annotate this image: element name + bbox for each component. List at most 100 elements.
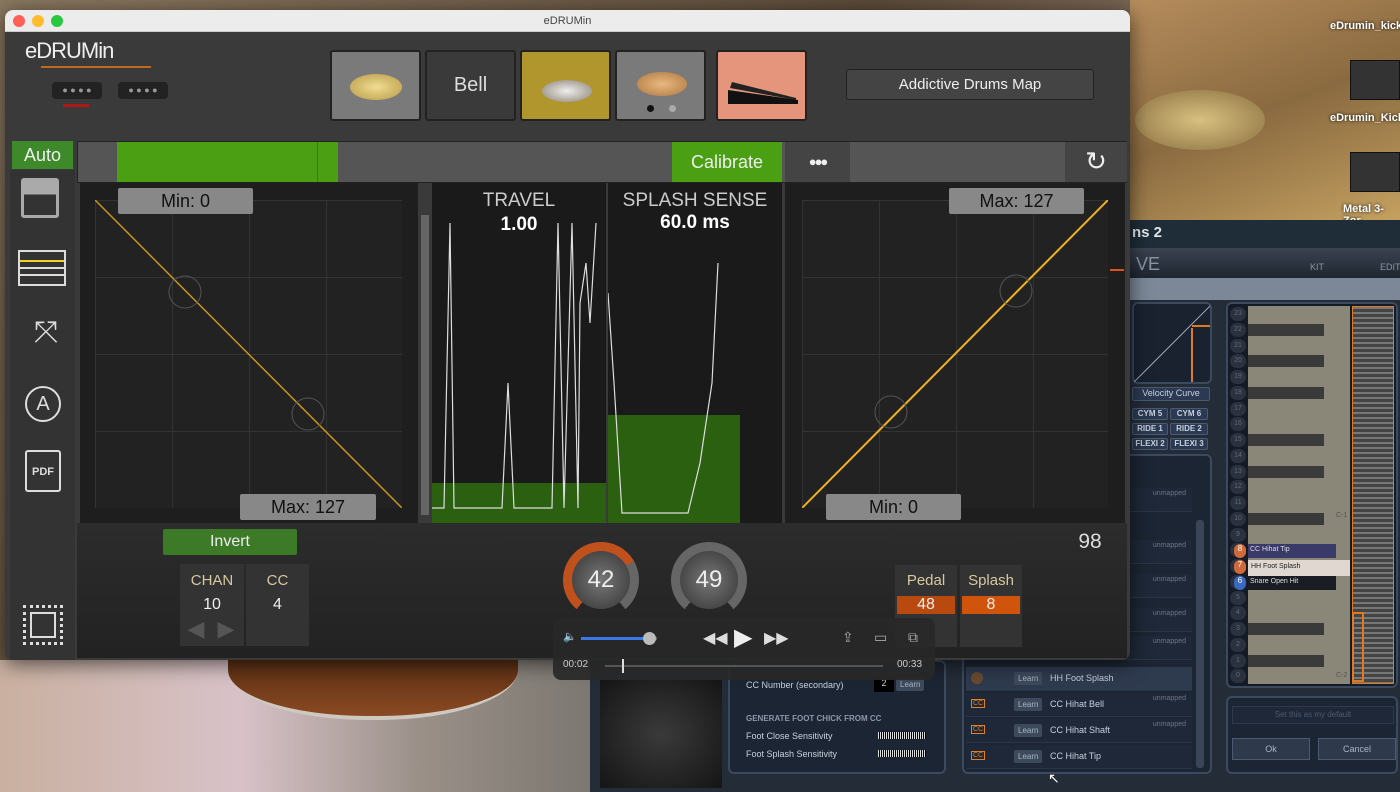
piano-keys[interactable] — [1248, 306, 1350, 684]
pad-hihat-pedal[interactable] — [716, 50, 807, 121]
black-key[interactable] — [1248, 355, 1324, 368]
zones-button[interactable]: ●●● — [785, 142, 850, 182]
knob-2-value: 49 — [680, 551, 738, 609]
tab-edit[interactable]: EDIT — [1380, 262, 1400, 272]
learn-button[interactable]: Learn — [1014, 724, 1043, 737]
input-jack-1-icon[interactable]: ● ● ● ● — [52, 82, 102, 99]
input-min-label[interactable]: Min: 0 — [118, 188, 253, 214]
velocity-curve-dropdown[interactable]: Velocity Curve — [1132, 387, 1210, 401]
black-key[interactable] — [1248, 465, 1324, 478]
learn-button[interactable]: Learn — [1014, 750, 1043, 763]
splash-sense-value[interactable]: 60.0 ms — [608, 212, 782, 234]
video-label: eDrumin_Kick- — [1330, 112, 1400, 124]
tag-flexi3[interactable]: FLEXI 3 — [1170, 438, 1208, 450]
set-default-button[interactable]: Set this as my default — [1232, 706, 1394, 724]
chan-decrement-button[interactable]: ◀ — [182, 616, 210, 642]
save-icon[interactable] — [21, 178, 59, 218]
output-curve-graph[interactable] — [802, 200, 1108, 508]
cc-secondary-input[interactable]: 2 — [874, 678, 894, 692]
map-row-cc-hihat-shaft[interactable]: CC Learn CC Hihat Shaft unmapped — [966, 719, 1192, 743]
knob-1[interactable]: 42 — [563, 542, 639, 618]
routing-icon[interactable]: ⤧ — [23, 316, 69, 362]
pad-hihat[interactable] — [520, 50, 611, 121]
splash-sense-label: SPLASH SENSE — [622, 190, 768, 211]
black-key[interactable] — [1248, 623, 1324, 635]
chan-label: CHAN — [190, 572, 234, 589]
invert-button[interactable]: Invert — [163, 529, 297, 555]
airplay-icon[interactable]: ▭ — [874, 629, 887, 646]
minimize-button[interactable] — [32, 15, 44, 27]
tag-cym5[interactable]: CYM 5 — [1132, 408, 1168, 420]
chan-box: CHAN 10 ◀ ▶ — [180, 564, 244, 646]
map-row-cc-hihat-bell[interactable]: CC Learn CC Hihat Bell unmapped — [966, 693, 1192, 717]
cymbal-icon — [350, 74, 402, 100]
output-max-label[interactable]: Max: 127 — [949, 188, 1084, 214]
input-max-label[interactable]: Max: 127 — [240, 494, 376, 520]
list-scrollbar[interactable] — [1196, 520, 1204, 768]
unmapped-label: unmapped — [1152, 576, 1186, 583]
share-icon[interactable]: ⇪ — [842, 629, 854, 646]
page-dot-active[interactable] — [647, 105, 654, 112]
chan-increment-button[interactable]: ▶ — [212, 616, 240, 642]
ad-header: VE KIT EDIT — [1130, 248, 1400, 278]
foot-close-slider[interactable] — [874, 729, 930, 742]
volume-icon[interactable]: 🔈 — [563, 630, 577, 643]
tag-ride2[interactable]: RIDE 2 — [1170, 423, 1208, 435]
map-row-hh-foot-splash[interactable]: Learn HH Foot Splash — [966, 667, 1192, 691]
page-dot[interactable] — [669, 105, 676, 112]
scrubber-handle[interactable] — [621, 659, 624, 673]
cc-badge: CC — [971, 725, 986, 734]
picture-in-picture-icon[interactable]: ⧉ — [908, 629, 918, 646]
pad-cymbal-bow[interactable] — [330, 50, 421, 121]
map-row-cc-hihat-tip[interactable]: CC Learn CC Hihat Tip — [966, 745, 1192, 769]
fast-forward-icon[interactable]: ▶▶ — [764, 628, 789, 648]
threshold-marker[interactable] — [317, 142, 318, 182]
cancel-button[interactable]: Cancel — [1318, 738, 1396, 760]
black-key[interactable] — [1248, 512, 1324, 525]
black-key[interactable] — [1248, 323, 1324, 336]
pad-bell[interactable]: Bell — [425, 50, 516, 121]
pad-crash[interactable] — [615, 50, 706, 121]
key-number: 23 — [1230, 307, 1246, 321]
zoom-button[interactable] — [51, 15, 63, 27]
travel-value[interactable]: 1.00 — [432, 214, 606, 236]
auto-button[interactable]: Auto — [12, 141, 73, 169]
rewind-icon[interactable]: ◀◀ — [703, 628, 728, 648]
black-key[interactable] — [1248, 654, 1324, 667]
tag-flexi2[interactable]: FLEXI 2 — [1132, 438, 1168, 450]
calibrate-button[interactable]: Calibrate — [672, 142, 782, 182]
learn-button[interactable]: Learn — [1014, 698, 1043, 711]
list-icon[interactable] — [18, 250, 66, 286]
map-row-label: CC Hihat Shaft — [1050, 725, 1111, 735]
ok-button[interactable]: Ok — [1232, 738, 1310, 760]
tag-ride1[interactable]: RIDE 1 — [1132, 423, 1168, 435]
input-jack-2-icon[interactable]: ● ● ● ● — [118, 82, 168, 99]
key-number-badge: 7 — [1234, 560, 1246, 574]
unmapped-label: unmapped — [1152, 542, 1186, 549]
map-row-label: CC Hihat Bell — [1050, 699, 1105, 709]
tab-kit[interactable]: KIT — [1310, 262, 1324, 272]
scrubber[interactable] — [605, 665, 883, 667]
pdf-icon[interactable]: PDF — [25, 450, 61, 492]
learn-button[interactable]: Learn — [1014, 672, 1043, 685]
input-curve-graph[interactable] — [95, 200, 402, 508]
key-number: 10 — [1230, 511, 1246, 526]
addictive-drums-map-button[interactable]: Addictive Drums Map — [846, 69, 1094, 100]
play-icon[interactable]: ▶ — [734, 623, 752, 652]
foot-splash-slider[interactable] — [874, 747, 930, 760]
crash-cymbal-icon — [637, 72, 687, 96]
output-min-label[interactable]: Min: 0 — [826, 494, 961, 520]
knob-2[interactable]: 49 — [671, 542, 747, 618]
auto-a-icon[interactable]: A — [25, 386, 61, 422]
tag-cym6[interactable]: CYM 6 — [1170, 408, 1208, 420]
overview-range[interactable] — [1352, 612, 1364, 682]
close-button[interactable] — [13, 15, 25, 27]
chip-icon[interactable] — [23, 605, 63, 645]
black-key[interactable] — [1248, 434, 1324, 446]
velocity-curve-graph — [1132, 302, 1212, 384]
ad-strip — [1130, 278, 1400, 300]
black-key[interactable] — [1248, 386, 1324, 399]
key-number: 12 — [1230, 480, 1246, 495]
volume-knob[interactable] — [643, 632, 657, 645]
reset-button[interactable]: ↻ — [1065, 142, 1127, 182]
